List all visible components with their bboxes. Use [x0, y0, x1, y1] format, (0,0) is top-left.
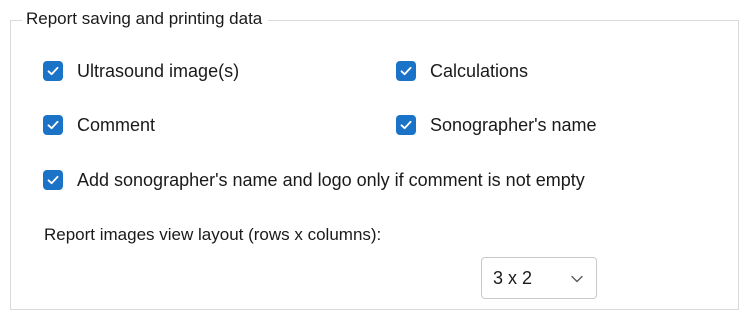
layout-label: Report images view layout (rows x column… — [44, 225, 382, 244]
checkbox-label: Add sonographer's name and logo only if … — [77, 170, 585, 190]
ultrasound-images-checkbox[interactable]: Ultrasound image(s) — [43, 60, 239, 82]
calculations-checkbox[interactable]: Calculations — [396, 60, 528, 82]
comment-checkbox[interactable]: Comment — [43, 114, 155, 136]
sonographer-name-checkbox[interactable]: Sonographer's name — [396, 114, 597, 136]
groupbox-title: Report saving and printing data — [22, 7, 269, 31]
checkbox-checked-icon[interactable] — [43, 115, 63, 135]
checkbox-label: Ultrasound image(s) — [77, 61, 240, 81]
layout-select-value: 3 x 2 — [493, 268, 533, 288]
add-name-logo-if-comment-checkbox[interactable]: Add sonographer's name and logo only if … — [43, 169, 585, 191]
checkbox-label: Calculations — [430, 61, 529, 81]
checkbox-checked-icon[interactable] — [396, 61, 416, 81]
checkbox-label: Sonographer's name — [430, 115, 597, 135]
checkbox-checked-icon[interactable] — [43, 61, 63, 81]
checkbox-checked-icon[interactable] — [43, 170, 63, 190]
chevron-down-icon[interactable] — [570, 272, 584, 286]
checkbox-label: Comment — [77, 115, 156, 135]
layout-select[interactable]: 3 x 2 — [481, 257, 597, 299]
checkbox-checked-icon[interactable] — [396, 115, 416, 135]
